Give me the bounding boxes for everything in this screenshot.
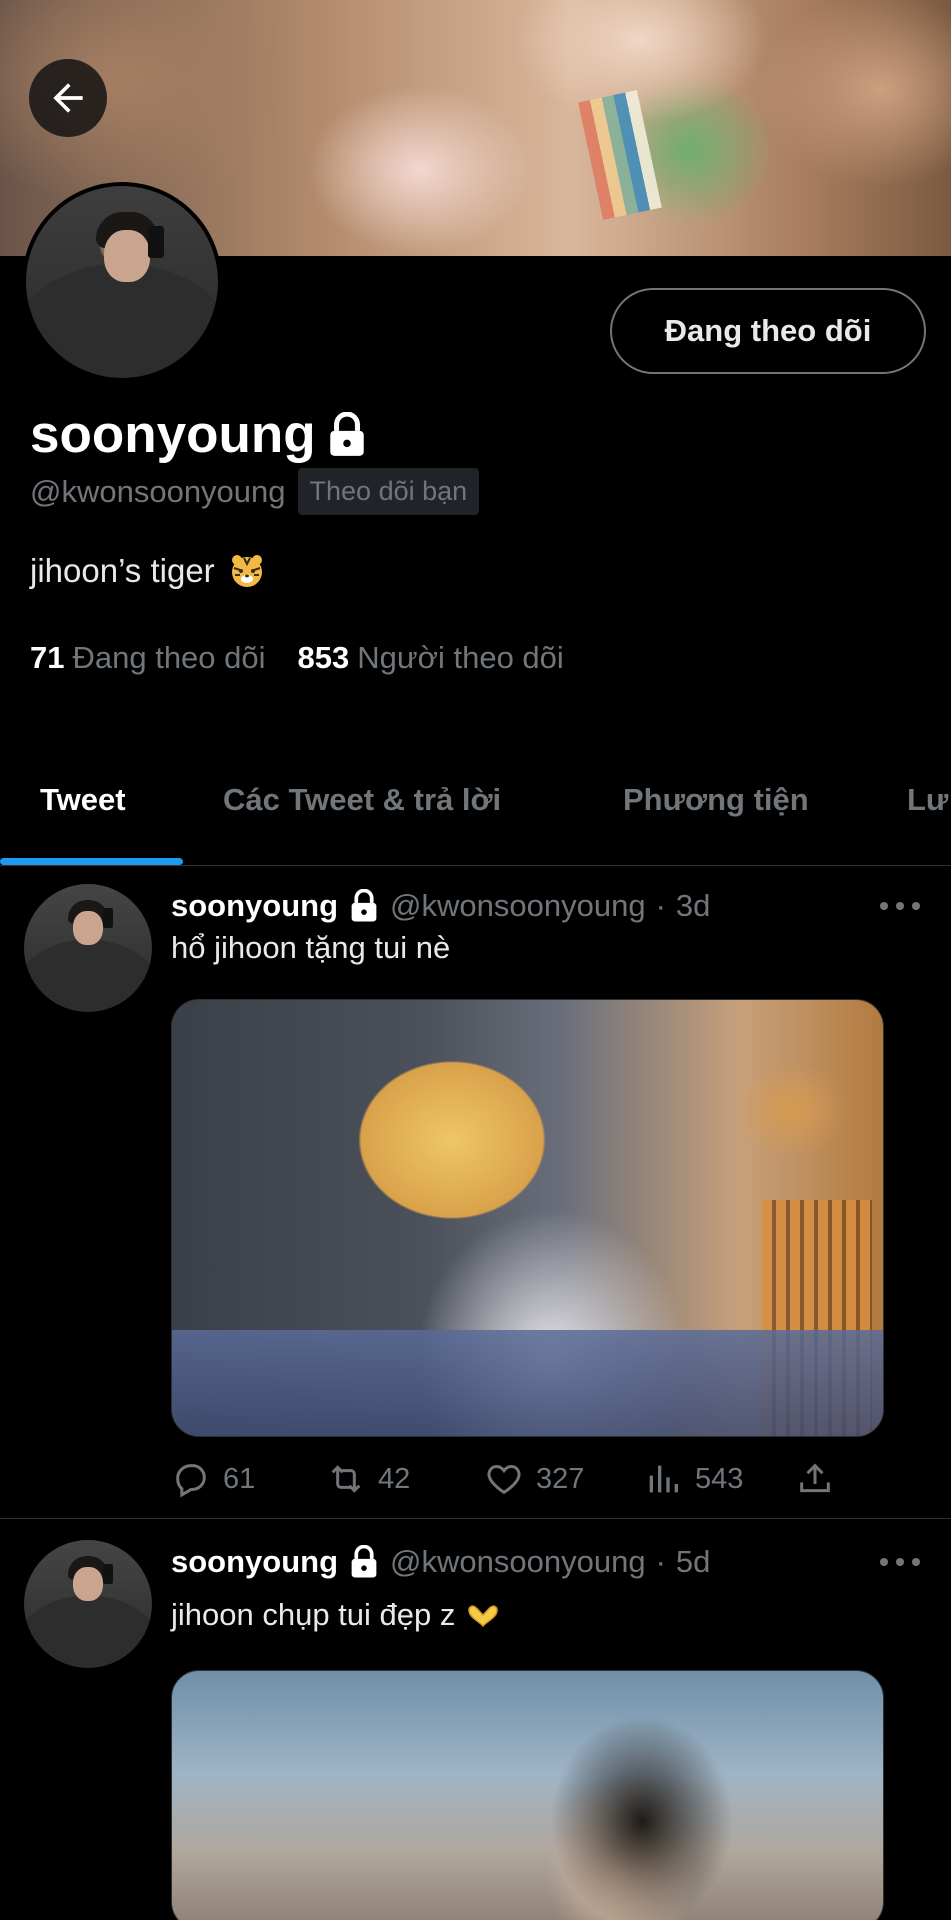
- followers-stat[interactable]: 853 Người theo dõi: [298, 640, 564, 676]
- profile-display-name: soonyoung: [30, 405, 316, 464]
- profile-bio: jihoon’s tiger: [30, 552, 265, 590]
- avatar-face: [73, 911, 103, 945]
- avatar-phone: [103, 1564, 113, 1584]
- reply-icon: [176, 1464, 206, 1498]
- profile-stats: 71 Đang theo dõi 853 Người theo dõi: [30, 640, 564, 676]
- analytics-icon: [649, 1465, 678, 1493]
- like-button[interactable]: 327: [484, 1459, 584, 1499]
- more-options-icon[interactable]: [880, 1552, 920, 1572]
- retweet-button[interactable]: 42: [326, 1459, 410, 1499]
- tweet-avatar[interactable]: [24, 1540, 152, 1668]
- avatar-phone: [103, 908, 113, 928]
- tweet-avatar[interactable]: [24, 884, 152, 1012]
- tweet-separator-dot: ·: [655, 888, 666, 923]
- tab-tweets-replies[interactable]: Các Tweet & trả lời: [223, 782, 501, 818]
- tweet-text: hổ jihoon tặng tui nè: [171, 930, 450, 966]
- avatar-face: [104, 230, 150, 282]
- tweet-header: soonyoung @kwonsoonyoung · 3d: [171, 888, 710, 924]
- avatar-face: [73, 1567, 103, 1601]
- tweet-actions: 61 42 327 543: [171, 1459, 871, 1509]
- profile-handle: @kwonsoonyoung: [30, 473, 286, 509]
- followers-label: Người theo dõi: [357, 640, 564, 675]
- tab-tweets[interactable]: Tweet: [40, 782, 126, 818]
- reply-button[interactable]: 61: [171, 1459, 255, 1499]
- reply-count: 61: [223, 1462, 256, 1495]
- tweet-body: jihoon chụp tui đẹp z: [171, 1597, 456, 1632]
- tab-likes[interactable]: Lư: [907, 782, 948, 818]
- following-label: Đang theo dõi: [72, 640, 266, 675]
- back-button[interactable]: [29, 59, 107, 137]
- tweet-author-name[interactable]: soonyoung: [171, 1544, 338, 1580]
- tweet-author-handle[interactable]: @kwonsoonyoung: [390, 1544, 646, 1580]
- following-count: 71: [30, 640, 65, 675]
- tweet-text: jihoon chụp tui đẹp z: [171, 1597, 501, 1633]
- profile-tabs: Tweet Các Tweet & trả lời Phương tiện Lư: [0, 760, 951, 866]
- lock-icon: [326, 411, 368, 458]
- tweet-timestamp[interactable]: 5d: [676, 1544, 710, 1580]
- arrow-left-icon: [53, 83, 83, 113]
- tweet-author-handle[interactable]: @kwonsoonyoung: [390, 888, 646, 924]
- lock-icon: [348, 1545, 380, 1579]
- profile-avatar[interactable]: [22, 182, 222, 382]
- like-count: 327: [536, 1462, 585, 1495]
- tabs-divider: [0, 865, 951, 866]
- share-icon: [800, 1463, 830, 1493]
- more-options-icon[interactable]: [880, 896, 920, 916]
- views-button[interactable]: 543: [643, 1459, 743, 1499]
- tab-media[interactable]: Phương tiện: [623, 782, 809, 818]
- profile-handle-row: @kwonsoonyoung Theo dõi bạn: [30, 468, 480, 515]
- following-button[interactable]: Đang theo dõi: [610, 288, 926, 374]
- tweet-timestamp[interactable]: 3d: [676, 888, 710, 924]
- follows-you-badge: Theo dõi bạn: [297, 468, 480, 515]
- retweet-count: 42: [378, 1462, 411, 1495]
- view-count: 543: [695, 1462, 744, 1495]
- active-tab-indicator: [0, 858, 183, 865]
- tweet-author-name[interactable]: soonyoung: [171, 888, 338, 924]
- followers-count: 853: [297, 640, 350, 675]
- tweet-media-image[interactable]: [171, 1670, 884, 1920]
- tweet-body: hổ jihoon tặng tui nè: [171, 930, 451, 965]
- bio-text: jihoon’s tiger: [30, 552, 215, 589]
- avatar-phone: [148, 226, 164, 258]
- tweet-separator-dot: ·: [655, 1544, 666, 1579]
- media-background-detail: [172, 1330, 883, 1436]
- profile-name-row: soonyoung: [30, 404, 368, 465]
- tweet-media-image[interactable]: [171, 999, 884, 1437]
- retweet-icon: [331, 1465, 361, 1493]
- heart-hands-icon: [465, 1600, 501, 1630]
- tiger-face-icon: [229, 553, 265, 589]
- lock-icon: [348, 889, 380, 923]
- tweet-divider: [0, 1518, 951, 1519]
- banner-decoration: [578, 90, 662, 220]
- heart-icon: [487, 1464, 521, 1495]
- share-button[interactable]: [795, 1459, 835, 1499]
- tweet-header: soonyoung @kwonsoonyoung · 5d: [171, 1544, 710, 1580]
- following-stat[interactable]: 71 Đang theo dõi: [30, 640, 266, 676]
